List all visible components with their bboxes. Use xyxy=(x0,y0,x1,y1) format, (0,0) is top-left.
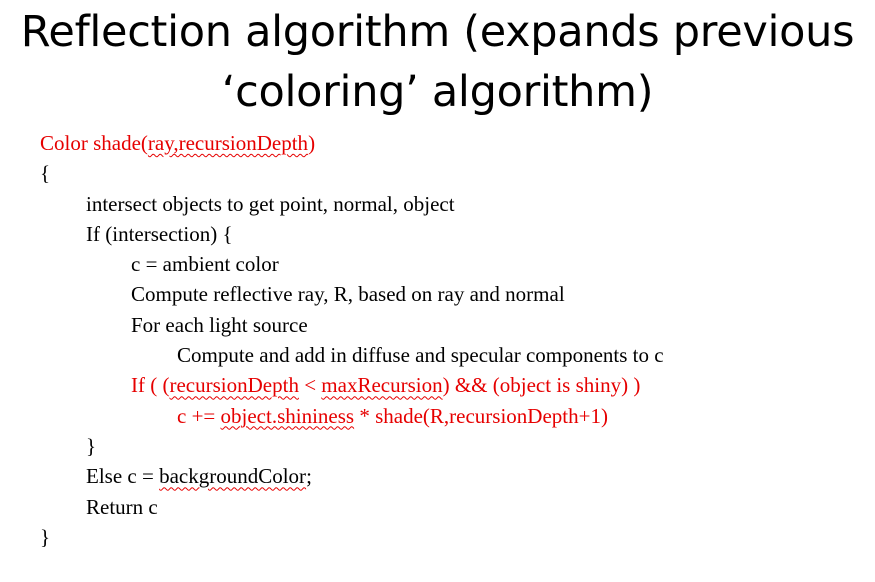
spell-flagged-text: backgroundColor xyxy=(159,464,307,489)
slide: Reflection algorithm (expands previous ‘… xyxy=(0,0,875,582)
title-line-1: Reflection algorithm (expands previous xyxy=(20,7,855,57)
code-line-signature: Color shade(ray,recursionDepth) xyxy=(40,128,860,158)
code-line-if-recursion: If ( (recursionDepth < maxRecursion) && … xyxy=(40,370,860,400)
code-line-else: Else c = backgroundColor; xyxy=(40,461,860,491)
code-line-return: Return c xyxy=(86,494,158,519)
code-line-diffuse-specular: Compute and add in diffuse and specular … xyxy=(177,343,664,368)
spell-flagged-text: maxRecursion xyxy=(321,373,443,398)
spell-flagged-text: ray,recursionDepth xyxy=(147,131,309,155)
code-line-ambient: c = ambient color xyxy=(131,252,279,277)
code-line-for-each-light: For each light source xyxy=(131,312,308,337)
code-line-recursive-shade: c += object.shininess * shade(R,recursio… xyxy=(40,401,860,431)
code-text: < xyxy=(298,373,322,398)
code-text: * shade(R,recursionDepth+1) xyxy=(354,403,608,428)
code-text: c += xyxy=(177,403,221,428)
code-text: ) && (object is shiny) ) xyxy=(442,373,641,398)
code-line-close-brace: } xyxy=(40,524,51,549)
code-line-reflective-ray: Compute reflective ray, R, based on ray … xyxy=(131,282,565,307)
code-text: Color shade( xyxy=(40,131,148,155)
code-text: ) xyxy=(308,131,316,155)
code-text: If ( ( xyxy=(131,373,170,398)
spell-flagged-text: recursionDepth xyxy=(169,373,299,398)
code-line-if-intersection: If (intersection) { xyxy=(86,221,233,246)
title-line-2: ‘coloring’ algorithm) xyxy=(221,67,654,117)
code-text: ; xyxy=(306,464,312,489)
code-text: Else c = xyxy=(86,464,160,489)
code-line-intersect: intersect objects to get point, normal, … xyxy=(86,191,455,216)
slide-title: Reflection algorithm (expands previous ‘… xyxy=(0,2,875,122)
spell-flagged-text: object.shininess xyxy=(220,403,355,428)
pseudocode-block: Color shade(ray,recursionDepth) { inters… xyxy=(40,128,860,552)
code-line-close-if: } xyxy=(86,433,97,458)
code-line-open-brace: { xyxy=(40,161,51,186)
